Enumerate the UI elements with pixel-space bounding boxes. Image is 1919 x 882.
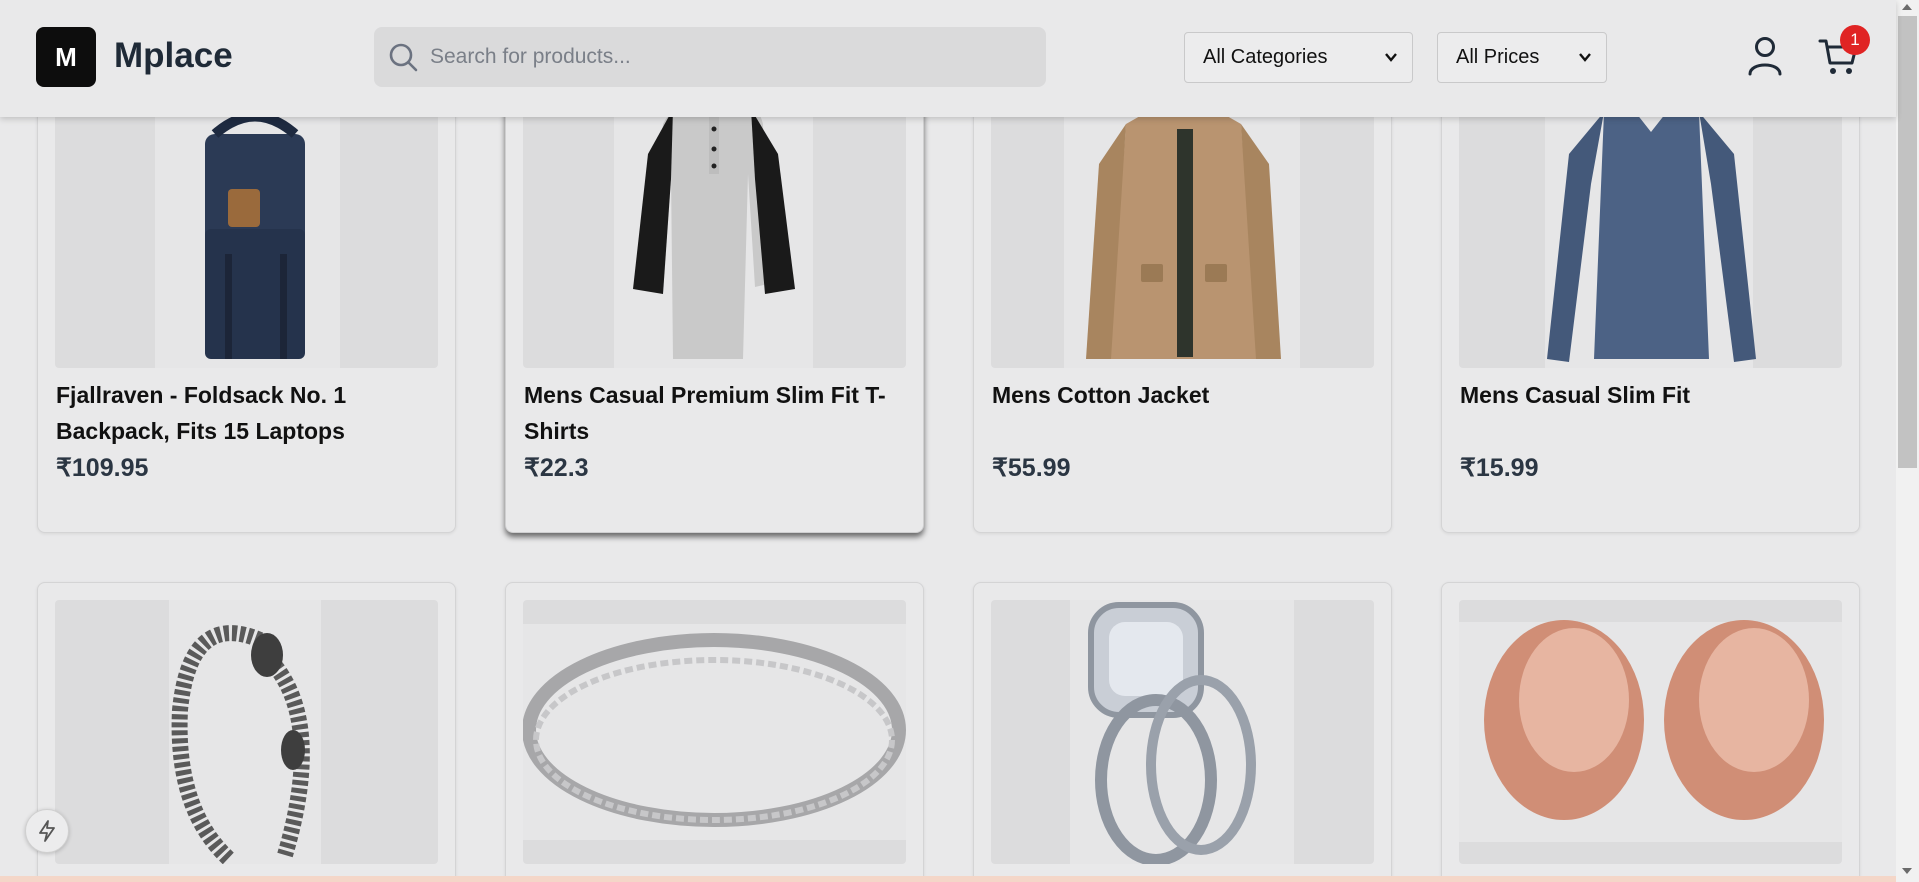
category-select-value: All Categories bbox=[1203, 46, 1328, 68]
product-card[interactable] bbox=[973, 582, 1392, 882]
user-icon[interactable] bbox=[1748, 36, 1782, 76]
price-select[interactable]: All Prices bbox=[1437, 32, 1607, 83]
scroll-up-arrow-icon[interactable] bbox=[1902, 4, 1912, 10]
lightning-icon bbox=[39, 820, 55, 842]
brand-name[interactable]: Mplace bbox=[114, 36, 233, 76]
chevron-down-icon bbox=[1579, 53, 1591, 62]
logo-letter: M bbox=[55, 41, 77, 72]
product-title[interactable]: Mens Cotton Jacket bbox=[992, 377, 1377, 413]
product-image[interactable] bbox=[991, 104, 1374, 368]
backpack-image bbox=[205, 111, 305, 359]
product-image[interactable] bbox=[523, 600, 906, 864]
search-icon bbox=[389, 43, 418, 72]
rose-gold-plugs-image bbox=[1484, 620, 1824, 820]
bottom-edge bbox=[0, 876, 1896, 882]
product-image[interactable] bbox=[55, 104, 438, 368]
product-price: ₹55.99 bbox=[992, 454, 1071, 482]
product-price: ₹109.95 bbox=[56, 454, 149, 482]
diamond-ring-image bbox=[1088, 602, 1256, 864]
product-image[interactable] bbox=[991, 600, 1374, 864]
product-card[interactable]: Mens Casual Premium Slim Fit T-Shirts ₹2… bbox=[505, 86, 924, 533]
category-select[interactable]: All Categories bbox=[1184, 32, 1413, 83]
product-card[interactable]: Mens Casual Slim Fit ₹15.99 bbox=[1441, 86, 1860, 533]
cart-count-badge: 1 bbox=[1840, 25, 1870, 55]
product-card[interactable] bbox=[37, 582, 456, 882]
scroll-down-arrow-icon[interactable] bbox=[1902, 868, 1912, 874]
logo[interactable]: M bbox=[36, 27, 96, 87]
scrollbar-thumb[interactable] bbox=[1898, 16, 1917, 468]
product-card[interactable]: Fjallraven - Foldsack No. 1 Backpack, Fi… bbox=[37, 86, 456, 533]
tshirt-image bbox=[633, 104, 795, 359]
product-card[interactable] bbox=[1441, 582, 1860, 882]
flash-button[interactable] bbox=[25, 809, 69, 853]
product-image[interactable] bbox=[1459, 104, 1842, 368]
product-image[interactable] bbox=[1459, 600, 1842, 864]
search-bar bbox=[374, 27, 1046, 87]
price-select-value: All Prices bbox=[1456, 46, 1540, 68]
product-image[interactable] bbox=[523, 104, 906, 368]
chevron-down-icon bbox=[1385, 53, 1397, 62]
product-title[interactable]: Mens Casual Premium Slim Fit T-Shirts bbox=[524, 377, 909, 449]
product-title[interactable]: Fjallraven - Foldsack No. 1 Backpack, Fi… bbox=[56, 377, 441, 449]
jacket-image bbox=[1086, 104, 1281, 359]
search-input[interactable] bbox=[430, 27, 1030, 87]
site-header: M Mplace All Categories All Prices 1 bbox=[0, 0, 1896, 117]
product-price: ₹22.3 bbox=[524, 454, 589, 482]
bracelet-image bbox=[171, 625, 310, 864]
product-price: ₹15.99 bbox=[1460, 454, 1539, 482]
product-image[interactable] bbox=[55, 600, 438, 864]
silver-ring-image bbox=[523, 633, 906, 827]
longsleeve-shirt-image bbox=[1547, 104, 1756, 362]
product-title[interactable]: Mens Casual Slim Fit bbox=[1460, 377, 1845, 413]
product-card[interactable]: Mens Cotton Jacket ₹55.99 bbox=[973, 86, 1392, 533]
product-card[interactable] bbox=[505, 582, 924, 882]
